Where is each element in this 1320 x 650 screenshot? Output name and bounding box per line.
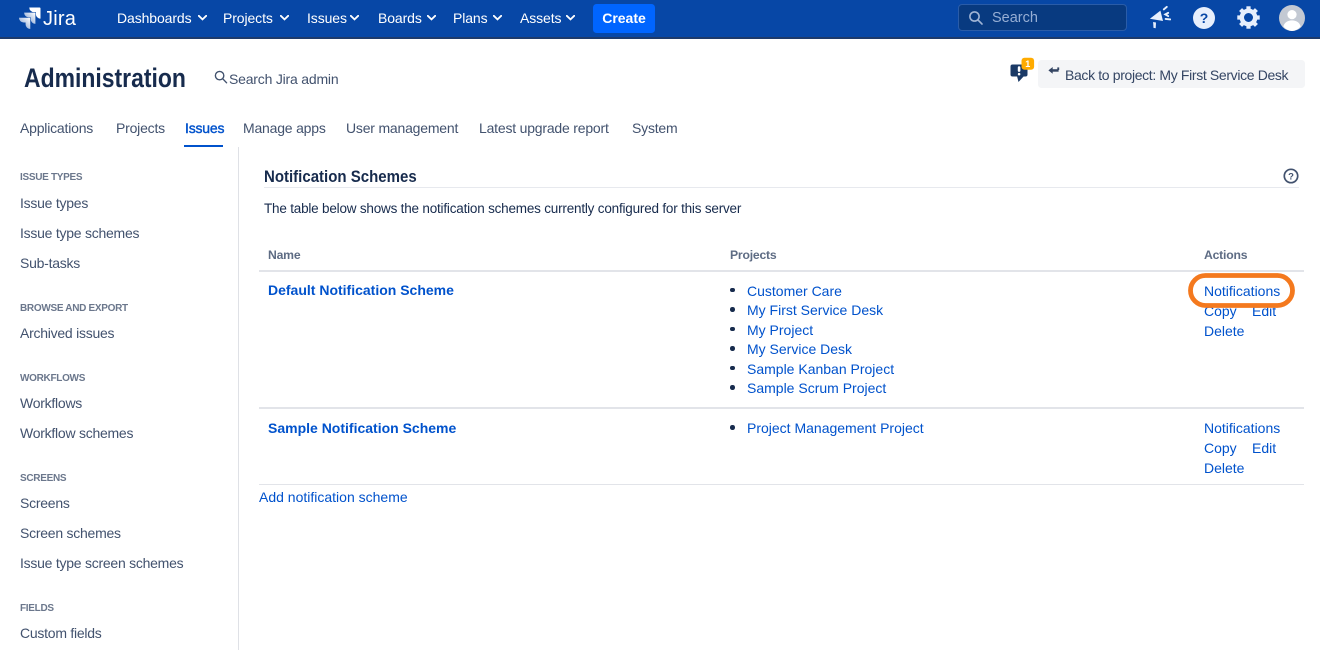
svg-text:1: 1 [1025, 59, 1030, 69]
svg-text:?: ? [1288, 171, 1294, 182]
